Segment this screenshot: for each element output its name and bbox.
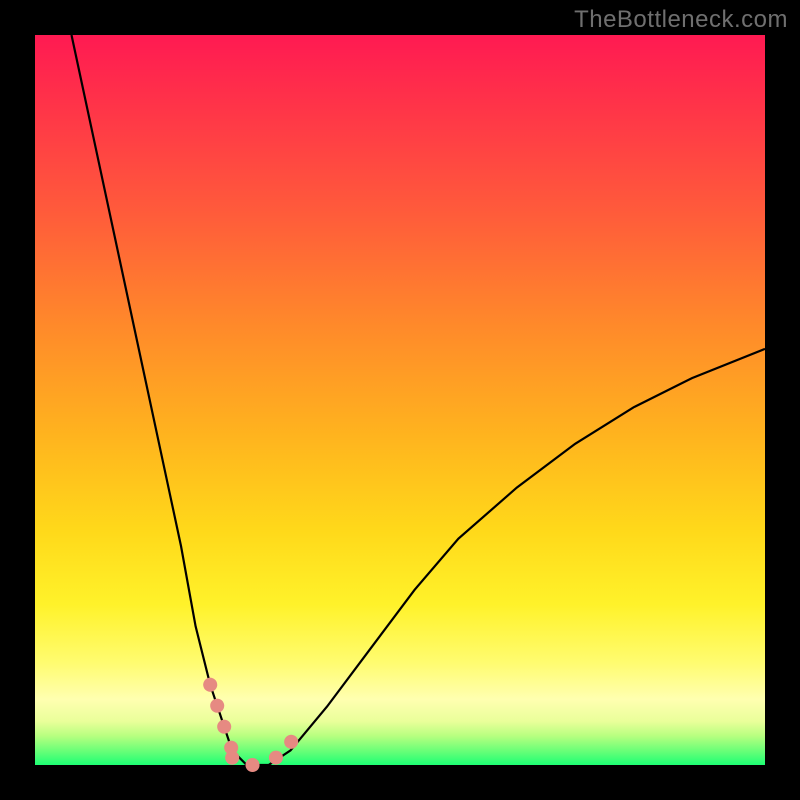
watermark-text: TheBottleneck.com — [574, 6, 788, 34]
bottleneck-curve — [72, 35, 766, 765]
plot-area — [35, 35, 765, 765]
chart-frame: TheBottleneck.com — [0, 0, 800, 800]
curve-layer — [35, 35, 765, 765]
